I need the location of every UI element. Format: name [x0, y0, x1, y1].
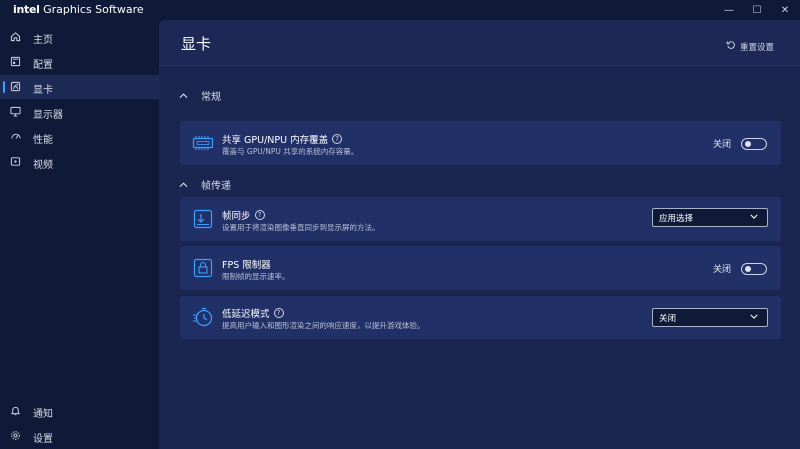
memory-chip-icon	[192, 132, 214, 154]
select-value: 关闭	[659, 313, 677, 324]
chevron-down-icon	[750, 212, 758, 221]
low-latency-desc: 提高用户输入和图形渲染之间的响应速度，以提升游戏体验。	[222, 321, 425, 330]
card-title: FPS 限制器	[222, 257, 271, 271]
main-panel: 显卡 重置设置 常规 共享 GPU/NPU 内存覆盖 ? 覆盖与 GPU/NPU…	[159, 20, 800, 449]
low-latency-card: 低延迟模式 ? 提高用户输入和图形渲染之间的响应速度，以提升游戏体验。 关闭	[180, 296, 781, 339]
section-title: 帧传递	[201, 181, 231, 192]
page-header: 显卡 重置设置	[159, 20, 800, 66]
low-latency-title: 低延迟模式	[222, 309, 270, 320]
card-title: 共享 GPU/NPU 内存覆盖 ?	[222, 132, 343, 146]
sidebar-item-label: 视频	[33, 160, 53, 171]
select-value: 应用选择	[659, 213, 694, 224]
sidebar-item-label: 显示器	[33, 110, 63, 121]
sidebar: 主页 配置 显卡 显示器 性能 视频 通知 设置	[0, 20, 159, 449]
reset-settings-label: 重置设置	[740, 42, 775, 53]
section-general-toggle[interactable]: 常规	[179, 88, 221, 103]
frame-sync-title: 帧同步	[222, 211, 251, 222]
help-icon[interactable]: ?	[332, 134, 343, 144]
fps-limiter-card: FPS 限制器 限制帧的显示速率。 关闭	[180, 246, 781, 290]
shared-memory-desc: 覆盖与 GPU/NPU 共享的系统内存容量。	[222, 147, 359, 156]
help-icon[interactable]: ?	[273, 308, 284, 318]
sidebar-item-settings[interactable]: 设置	[0, 424, 159, 448]
sidebar-item-notifications[interactable]: 通知	[0, 399, 159, 423]
profile-icon	[9, 55, 22, 68]
sidebar-item-label: 设置	[33, 434, 53, 445]
sidebar-item-label: 主页	[33, 35, 53, 46]
sidebar-item-label: 通知	[33, 409, 53, 420]
sidebar-item-performance[interactable]: 性能	[0, 125, 159, 149]
card-title: 低延迟模式 ?	[222, 306, 284, 320]
frame-sync-icon	[192, 208, 214, 230]
home-icon	[9, 30, 22, 43]
reset-settings-button[interactable]: 重置设置	[726, 40, 774, 53]
sidebar-item-video[interactable]: 视频	[0, 150, 159, 174]
frame-sync-card: 帧同步 ? 设置用于将渲染图像垂直同步到显示屏的方法。 应用选择	[180, 197, 781, 241]
toggle-state-label: 关闭	[713, 140, 732, 150]
gauge-icon	[9, 130, 22, 143]
fps-limiter-toggle-group: 关闭	[713, 262, 768, 275]
chevron-down-icon	[750, 312, 758, 321]
frame-sync-select[interactable]: 应用选择	[652, 208, 768, 227]
frame-sync-desc: 设置用于将渲染图像垂直同步到显示屏的方法。	[222, 223, 380, 232]
bell-icon	[9, 404, 22, 417]
low-latency-select[interactable]: 关闭	[652, 308, 768, 327]
shared-memory-toggle-group: 关闭	[713, 137, 768, 150]
close-button[interactable]: ✕	[768, 0, 800, 20]
gear-icon	[9, 429, 22, 442]
shared-memory-title: 共享 GPU/NPU 内存覆盖	[222, 135, 329, 146]
app-name: Graphics Software	[43, 3, 144, 16]
reset-icon	[726, 40, 736, 53]
title-bar: intel Graphics Software — ☐ ✕	[0, 0, 800, 20]
card-title: 帧同步 ?	[222, 208, 265, 222]
sidebar-item-profiles[interactable]: 配置	[0, 50, 159, 74]
graphics-icon	[9, 80, 22, 93]
section-frame-toggle[interactable]: 帧传递	[179, 177, 231, 192]
page-title: 显卡	[181, 35, 212, 53]
help-icon[interactable]: ?	[254, 210, 265, 220]
video-icon	[9, 155, 22, 168]
low-latency-icon	[192, 306, 214, 328]
shared-memory-card: 共享 GPU/NPU 内存覆盖 ? 覆盖与 GPU/NPU 共享的系统内存容量。…	[180, 121, 781, 165]
chevron-up-icon	[179, 92, 189, 99]
fps-limiter-desc: 限制帧的显示速率。	[222, 272, 290, 281]
section-title: 常规	[201, 92, 221, 103]
shared-memory-toggle[interactable]	[741, 137, 768, 150]
sidebar-item-label: 性能	[33, 135, 53, 146]
sidebar-item-home[interactable]: 主页	[0, 25, 159, 49]
fps-limiter-title: FPS 限制器	[222, 260, 271, 271]
fps-limiter-icon	[192, 257, 214, 279]
monitor-icon	[9, 105, 22, 118]
toggle-state-label: 关闭	[713, 265, 732, 275]
app-brand: intel Graphics Software	[13, 3, 144, 16]
chevron-up-icon	[179, 181, 189, 188]
fps-limiter-toggle[interactable]	[741, 262, 768, 275]
sidebar-item-label: 显卡	[33, 85, 53, 96]
sidebar-item-display[interactable]: 显示器	[0, 100, 159, 124]
sidebar-item-graphics[interactable]: 显卡	[0, 75, 159, 99]
sidebar-item-label: 配置	[33, 60, 53, 71]
intel-logo: intel	[13, 3, 40, 16]
